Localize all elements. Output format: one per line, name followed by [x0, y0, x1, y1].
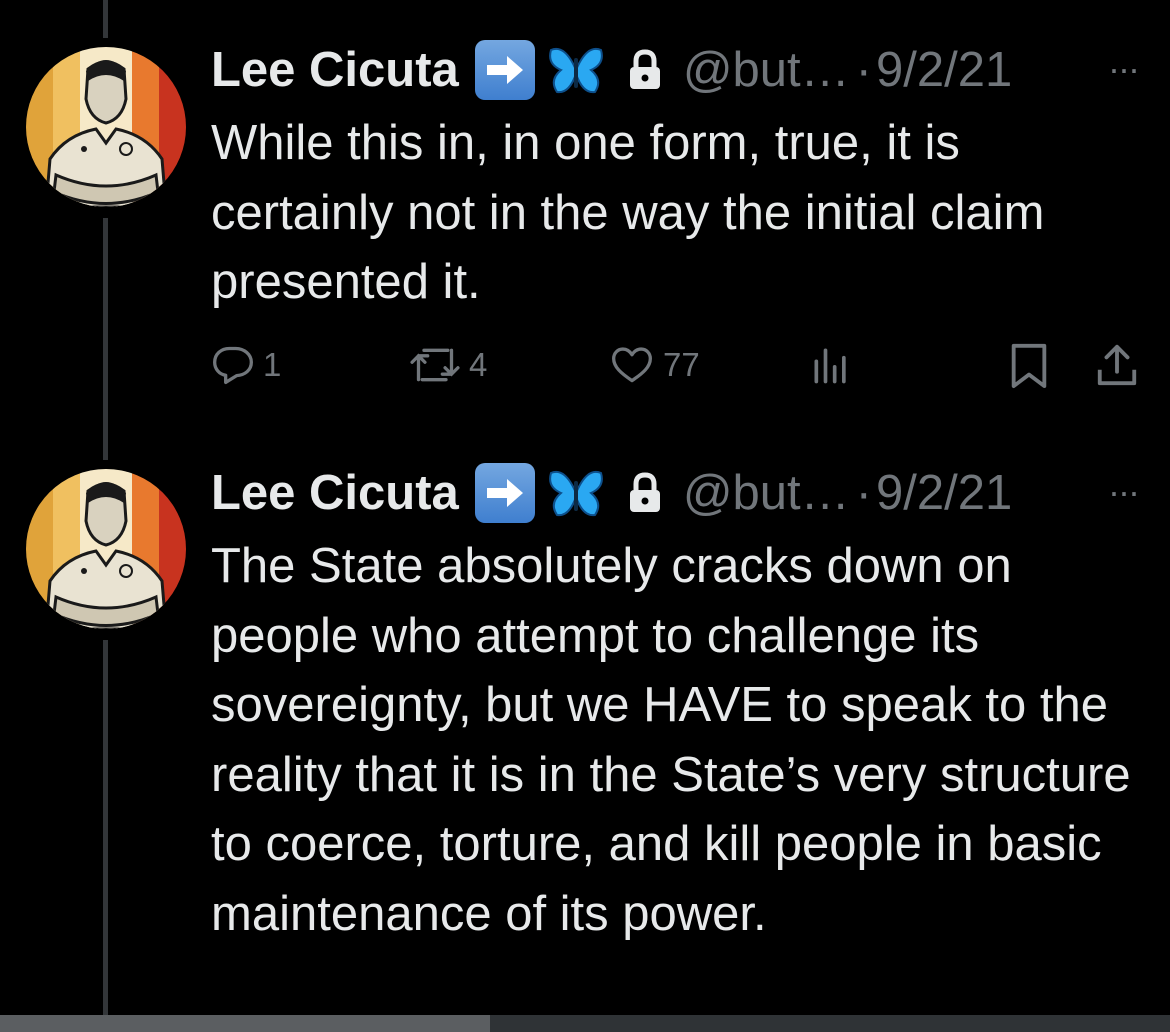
like-icon: [612, 347, 652, 383]
avatar[interactable]: [26, 47, 186, 207]
author-name[interactable]: Lee Cicuta: [211, 463, 459, 523]
bookmark-icon: [1011, 343, 1047, 388]
bookmark-button[interactable]: [1006, 335, 1052, 395]
views-button[interactable]: [809, 335, 853, 395]
reply-icon: [213, 346, 253, 385]
tweet-header: Lee Cicuta @but… · 9/2/21: [211, 40, 1012, 100]
more-options-button[interactable]: ···: [1108, 48, 1140, 90]
like-count: 77: [663, 346, 700, 383]
tweet-text: While this in, in one form, true, it is …: [211, 116, 1045, 309]
tweet-text: The State absolutely cracks down on peop…: [211, 539, 1131, 941]
arrow-right-emoji-icon: [474, 40, 535, 100]
lock-icon: [629, 49, 660, 89]
author-handle[interactable]: @but…: [683, 40, 850, 100]
retweet-icon: [410, 348, 460, 382]
like-button[interactable]: 77: [609, 335, 700, 395]
bottom-bar: [0, 1015, 1170, 1032]
tweet[interactable]: Lee Cicuta @but… · 9/2/21 ··· While this…: [0, 0, 1170, 440]
tweet-actions: 1 4 77: [211, 335, 1141, 395]
reply-count: 1: [263, 346, 282, 383]
more-options-button[interactable]: ···: [1108, 471, 1140, 513]
share-icon: [1097, 344, 1137, 386]
retweet-count: 4: [469, 346, 488, 383]
separator-dot: ·: [855, 43, 872, 97]
tweet-date[interactable]: 9/2/21: [876, 40, 1012, 100]
tweet-date[interactable]: 9/2/21: [876, 463, 1012, 523]
separator-dot: ·: [855, 466, 872, 520]
bottom-bar-segment: [0, 1015, 490, 1032]
lock-icon: [629, 472, 660, 512]
author-handle[interactable]: @but…: [683, 463, 850, 523]
butterfly-emoji-icon: [548, 471, 603, 517]
avatar[interactable]: [26, 469, 186, 629]
butterfly-emoji-icon: [548, 48, 603, 94]
arrow-right-emoji-icon: [474, 463, 535, 523]
author-name[interactable]: Lee Cicuta: [211, 40, 459, 100]
retweet-button[interactable]: 4: [409, 335, 487, 395]
tweet-header: Lee Cicuta @but… · 9/2/21: [211, 463, 1012, 523]
tweet[interactable]: Lee Cicuta @but… · 9/2/21 ··· The State …: [0, 440, 1170, 1032]
views-icon: [814, 348, 846, 384]
share-button[interactable]: [1094, 335, 1140, 395]
reply-button[interactable]: 1: [211, 335, 281, 395]
